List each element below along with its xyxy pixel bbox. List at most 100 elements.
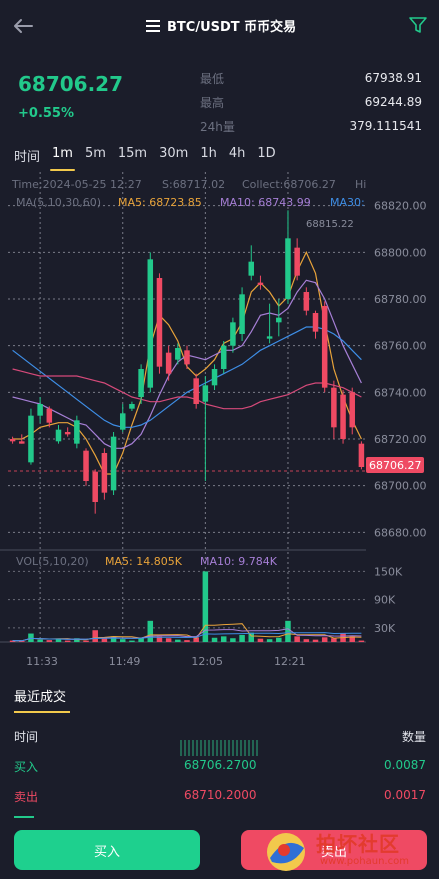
chart-hi-info: Hi <box>355 178 366 191</box>
candle-body <box>257 282 264 285</box>
page-title: BTC/USDT 币币交易 <box>167 20 297 35</box>
volume-legend-label: VOL(5,10,20) <box>16 555 89 568</box>
candle-body <box>28 415 34 463</box>
volume-bar <box>331 638 337 642</box>
price-tick-label: 68700.00 <box>374 480 427 493</box>
volume-bar <box>175 639 181 642</box>
ma-legend-label: MA(5,10,30,60) <box>16 196 101 209</box>
candle-body <box>312 313 319 332</box>
volume-bar <box>220 636 227 642</box>
candle-body <box>147 259 154 388</box>
candle-body <box>101 453 108 493</box>
tab-1d[interactable]: 1D <box>257 146 275 171</box>
current-price-tag: 68706.27 <box>369 459 422 472</box>
tab-1m[interactable]: 1m <box>50 146 75 171</box>
volume-bar <box>28 633 34 642</box>
tab-time[interactable]: 时间 <box>14 146 40 171</box>
candle-body <box>83 450 89 481</box>
watermark-logo-icon <box>267 833 305 871</box>
candle-body <box>239 294 245 334</box>
tab-5m[interactable]: 5m <box>85 146 106 171</box>
candle-body <box>193 378 199 404</box>
candle-body <box>349 392 355 428</box>
candle-body <box>294 247 300 276</box>
stat-value: 67938.91 <box>364 71 422 85</box>
candle-body <box>184 350 190 365</box>
recent-trades-tab[interactable]: 最近成交 <box>14 686 71 713</box>
time-tick-label: 12:05 <box>191 655 223 668</box>
price-tick-label: 68740.00 <box>374 386 427 399</box>
candle-body <box>138 369 144 397</box>
candle-body <box>358 443 365 467</box>
volume-bar <box>266 639 273 642</box>
trade-row-partial <box>14 816 34 820</box>
volume-bar <box>276 637 282 642</box>
candle-body <box>202 385 209 402</box>
volume-bar <box>285 620 291 642</box>
volume-tick-label: 150K <box>374 565 403 578</box>
candle-body <box>129 404 135 409</box>
chart-time-info: Time:2024-05-25 12:27 <box>11 178 142 191</box>
candle-body <box>55 429 62 442</box>
time-tick-label: 11:33 <box>26 655 58 668</box>
pair-selector[interactable]: BTC/USDT 币币交易 <box>145 16 296 35</box>
volume-bar <box>119 639 126 642</box>
filter-icon <box>409 17 427 33</box>
volume-bar <box>37 639 43 642</box>
price-tick-label: 68820.00 <box>374 200 427 213</box>
trade-qty: 0.0087 <box>384 758 426 772</box>
ticker-price: 68706.27 +0.55% <box>18 72 123 121</box>
ma10-legend: MA10: 68743.99 <box>220 196 311 209</box>
candle-body <box>64 432 71 435</box>
volume-tick-label: 90K <box>374 594 396 607</box>
volume-bar <box>321 637 328 642</box>
back-button[interactable] <box>10 12 38 40</box>
ticker-stats: 最低 67938.91 最高 69244.89 24h量 379.111541 <box>200 66 422 138</box>
interval-tabs: 时间 1m 5m 15m 30m 1h 4h 1D <box>14 146 288 171</box>
menu-icon <box>146 19 160 32</box>
stat-value: 379.111541 <box>349 119 422 133</box>
candle-body <box>156 278 163 367</box>
trade-row: 买入 68706.2700 0.0087 <box>14 758 426 780</box>
price-tick-label: 68720.00 <box>374 433 427 446</box>
back-arrow-icon <box>14 19 33 33</box>
tab-1h[interactable]: 1h <box>200 146 217 171</box>
candle-body <box>46 408 53 423</box>
kline-svg[interactable]: 68820.00 68800.00 68780.00 68760.00 68740.00… <box>0 172 439 672</box>
price-tick-label: 68800.00 <box>374 246 427 259</box>
volume-bar <box>83 640 89 642</box>
candle-body <box>230 322 236 346</box>
candle-body <box>175 348 181 360</box>
volume-ma10-legend: MA10: 9.784K <box>200 555 278 568</box>
filter-button[interactable] <box>407 14 429 36</box>
buy-button[interactable]: 买入 <box>14 830 200 870</box>
volume-bar <box>239 634 245 642</box>
ma-line-ma30 <box>12 326 362 428</box>
last-price: 68706.27 <box>18 72 124 96</box>
price-change: +0.55% <box>18 106 74 121</box>
candle-body <box>340 394 346 439</box>
candle-body <box>220 345 227 369</box>
candle-body <box>9 439 16 442</box>
candle-body <box>165 352 172 374</box>
tab-4h[interactable]: 4h <box>229 146 246 171</box>
stat-volume: 24h量 379.111541 <box>200 114 422 138</box>
kline-chart[interactable]: 68820.00 68800.00 68780.00 68760.00 68740.00… <box>0 172 439 672</box>
stat-label: 最高 <box>200 95 225 110</box>
candle-body <box>248 261 255 276</box>
volume-bar <box>64 640 71 642</box>
top-bar: BTC/USDT 币币交易 <box>0 0 439 52</box>
tab-30m[interactable]: 30m <box>159 146 188 171</box>
stat-label: 24h量 <box>200 119 235 134</box>
volume-bar <box>312 639 319 642</box>
trade-side: 卖出 <box>14 790 39 804</box>
volume-ma5-legend: MA5: 14.805K <box>105 555 183 568</box>
candle-body <box>321 306 328 388</box>
candle-body <box>92 471 98 502</box>
tab-15m[interactable]: 15m <box>118 146 147 171</box>
candle-body <box>19 441 25 444</box>
candle-body <box>266 336 273 339</box>
candle-body <box>110 436 117 491</box>
volume-bar <box>55 639 62 642</box>
trade-qty: 0.0017 <box>384 788 426 802</box>
